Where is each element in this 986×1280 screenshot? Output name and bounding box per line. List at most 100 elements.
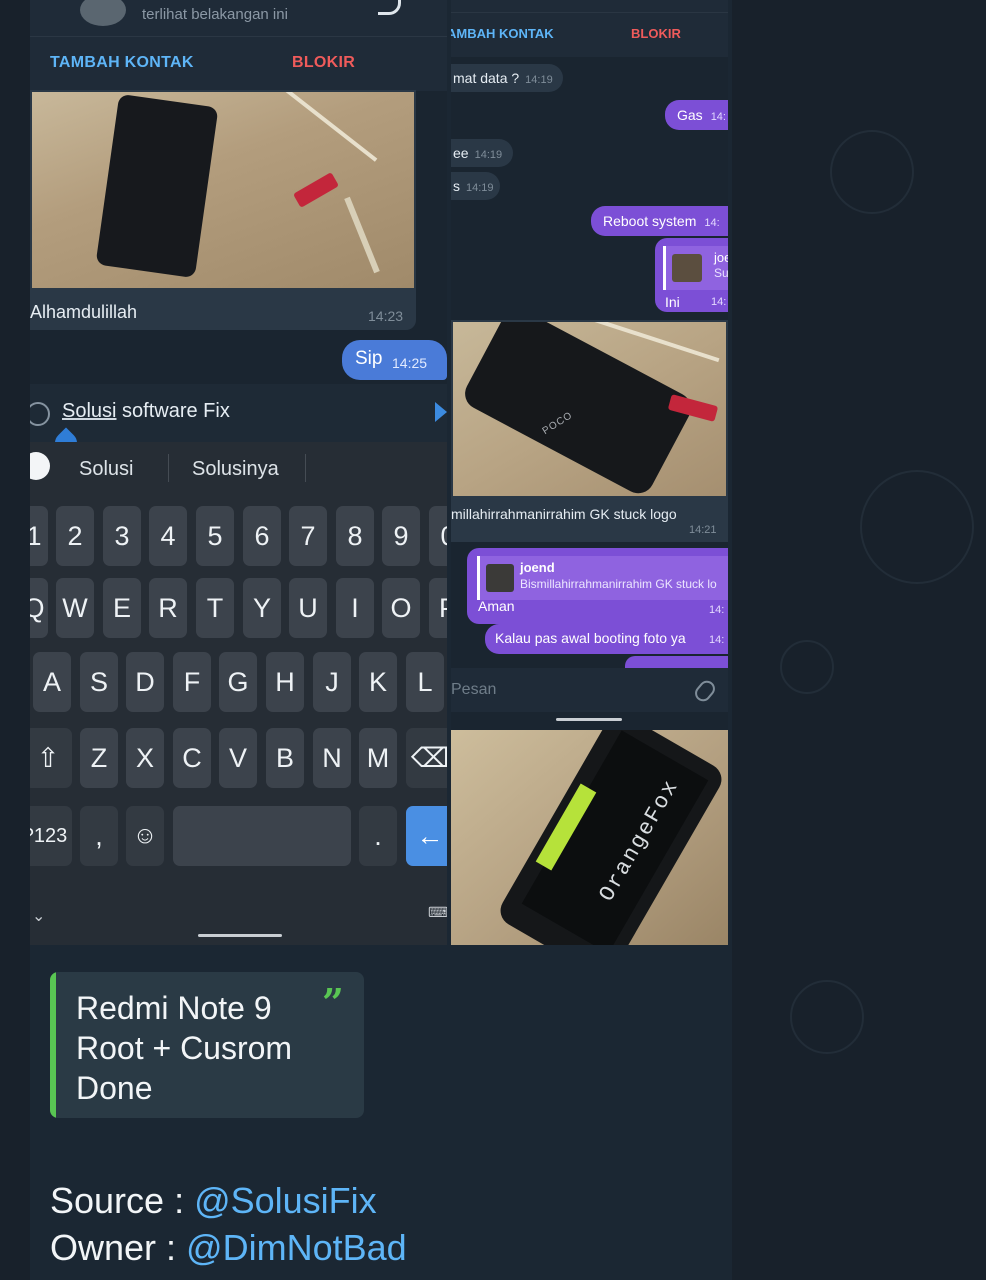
chat-header — [451, 0, 728, 12]
message-text: Gas — [677, 107, 703, 123]
key[interactable]: C — [173, 728, 211, 788]
message-input[interactable]: Pesan — [451, 681, 496, 699]
key[interactable]: F — [173, 652, 211, 712]
suggestion-item[interactable]: Solusi — [79, 458, 133, 481]
add-contact-button[interactable]: TAMBAH KONTAK — [50, 54, 194, 72]
enter-key[interactable]: ← — [406, 806, 447, 866]
add-contact-button[interactable]: AMBAH KONTAK — [451, 26, 554, 41]
message-text: s — [453, 178, 460, 194]
key[interactable]: K — [359, 652, 397, 712]
key[interactable]: W — [56, 578, 94, 638]
key[interactable]: B — [266, 728, 304, 788]
block-button[interactable]: BLOKIR — [631, 26, 681, 41]
key[interactable]: J — [313, 652, 351, 712]
outgoing-message[interactable]: Sip 14:25 — [342, 340, 447, 380]
photo-message[interactable]: Alhamdulillah 14:23 — [30, 90, 416, 330]
outgoing-message[interactable]: Kalau pas awal booting foto ya 14: — [485, 624, 728, 654]
source-link[interactable]: @SolusiFix — [194, 1180, 377, 1221]
key[interactable]: Z — [80, 728, 118, 788]
reply-message[interactable]: joe Suk Ini 14: — [655, 238, 728, 312]
incoming-message[interactable]: ee 14:19 — [451, 139, 513, 167]
key[interactable]: 5 — [196, 506, 234, 566]
key[interactable]: D — [126, 652, 164, 712]
key[interactable]: A — [33, 652, 71, 712]
message-text: ee — [453, 145, 469, 161]
keyboard-icon[interactable]: ⌨ — [428, 904, 447, 921]
key[interactable]: T — [196, 578, 234, 638]
key[interactable]: H — [266, 652, 304, 712]
input-underlined-word: Solusi — [62, 400, 117, 422]
block-button[interactable]: BLOKIR — [292, 54, 355, 72]
send-icon[interactable] — [435, 402, 447, 422]
emoji-key[interactable]: ☺ — [126, 806, 164, 866]
key[interactable]: S — [80, 652, 118, 712]
message-input-bar: Solusi software Fix — [30, 384, 447, 442]
message-time: 14:19 — [474, 149, 503, 161]
phone-photo: POCO — [453, 322, 726, 496]
chevron-down-icon[interactable]: ⌄ — [32, 906, 45, 926]
symbols-key[interactable]: ?123 — [30, 806, 72, 866]
message-input[interactable]: Solusi software Fix — [62, 400, 230, 423]
attach-icon[interactable] — [691, 677, 719, 705]
period-key[interactable]: . — [359, 806, 397, 866]
key[interactable]: 2 — [56, 506, 94, 566]
key[interactable]: L — [406, 652, 444, 712]
key[interactable]: E — [103, 578, 141, 638]
key[interactable]: U — [289, 578, 327, 638]
outgoing-message[interactable]: Reboot system 14: — [591, 206, 728, 236]
photo-message[interactable]: POCO millahirrahmanirrahim GK stuck logo… — [451, 320, 728, 542]
space-key[interactable] — [173, 806, 351, 866]
recovery-photo[interactable]: OrangeFox — [451, 730, 728, 945]
phone-illustration — [459, 322, 697, 496]
phone-call-icon[interactable] — [378, 0, 401, 15]
reply-quote: joend Bismillahirrahmanirrahim GK stuck … — [477, 556, 728, 600]
message-text: mat data ? — [453, 70, 520, 86]
key[interactable]: I — [336, 578, 374, 638]
shift-key[interactable]: ⇧ — [30, 728, 72, 788]
key[interactable]: 4 — [149, 506, 187, 566]
key[interactable]: O — [382, 578, 420, 638]
gesture-bar[interactable] — [198, 934, 282, 937]
key[interactable]: 6 — [243, 506, 281, 566]
input-rest-text: software Fix — [116, 400, 230, 422]
phone-photo — [32, 92, 414, 288]
key[interactable]: 1 — [30, 506, 48, 566]
outgoing-message[interactable]: Gas 14: — [665, 100, 728, 130]
key[interactable]: 7 — [289, 506, 327, 566]
key[interactable]: 8 — [336, 506, 374, 566]
reply-message[interactable]: joend Bismillahirrahmanirrahim GK stuck … — [467, 548, 728, 624]
message-text: Reboot system — [603, 213, 697, 229]
backspace-key[interactable]: ⌫ — [406, 728, 447, 788]
gesture-bar[interactable] — [556, 718, 622, 721]
key[interactable]: P — [429, 578, 447, 638]
key[interactable]: X — [126, 728, 164, 788]
suggestion-item[interactable]: Solusinya — [192, 458, 279, 481]
doodle-shape — [830, 130, 914, 214]
comma-key[interactable]: , — [80, 806, 118, 866]
reply-snippet: Suk — [714, 266, 728, 280]
message-time: 14:23 — [368, 308, 404, 324]
outgoing-message[interactable] — [625, 656, 728, 668]
key[interactable]: G — [219, 652, 257, 712]
emoji-icon[interactable] — [30, 402, 50, 426]
key[interactable]: Q — [30, 578, 48, 638]
owner-link[interactable]: @DimNotBad — [186, 1227, 407, 1268]
key[interactable]: R — [149, 578, 187, 638]
key[interactable]: 9 — [382, 506, 420, 566]
key[interactable]: N — [313, 728, 351, 788]
reply-quote: joe Suk — [663, 246, 728, 290]
key[interactable]: 0 — [429, 506, 447, 566]
key[interactable]: V — [219, 728, 257, 788]
incoming-message[interactable]: mat data ? 14:19 — [451, 64, 563, 92]
message-text: Aman — [478, 598, 515, 614]
suggestion-menu-icon[interactable] — [30, 452, 50, 480]
quote-block: Redmi Note 9 Root + Cusrom Done ” — [50, 972, 364, 1118]
key[interactable]: M — [359, 728, 397, 788]
incoming-message[interactable]: s 14:19 — [451, 172, 500, 200]
key[interactable]: Y — [243, 578, 281, 638]
divider — [305, 454, 306, 482]
keyboard: 1 2 3 4 5 6 7 8 9 0 Q W E R T Y U I O P … — [30, 496, 447, 945]
key[interactable]: 3 — [103, 506, 141, 566]
quote-icon: ” — [322, 980, 344, 1025]
message-time: 14: — [709, 604, 725, 616]
